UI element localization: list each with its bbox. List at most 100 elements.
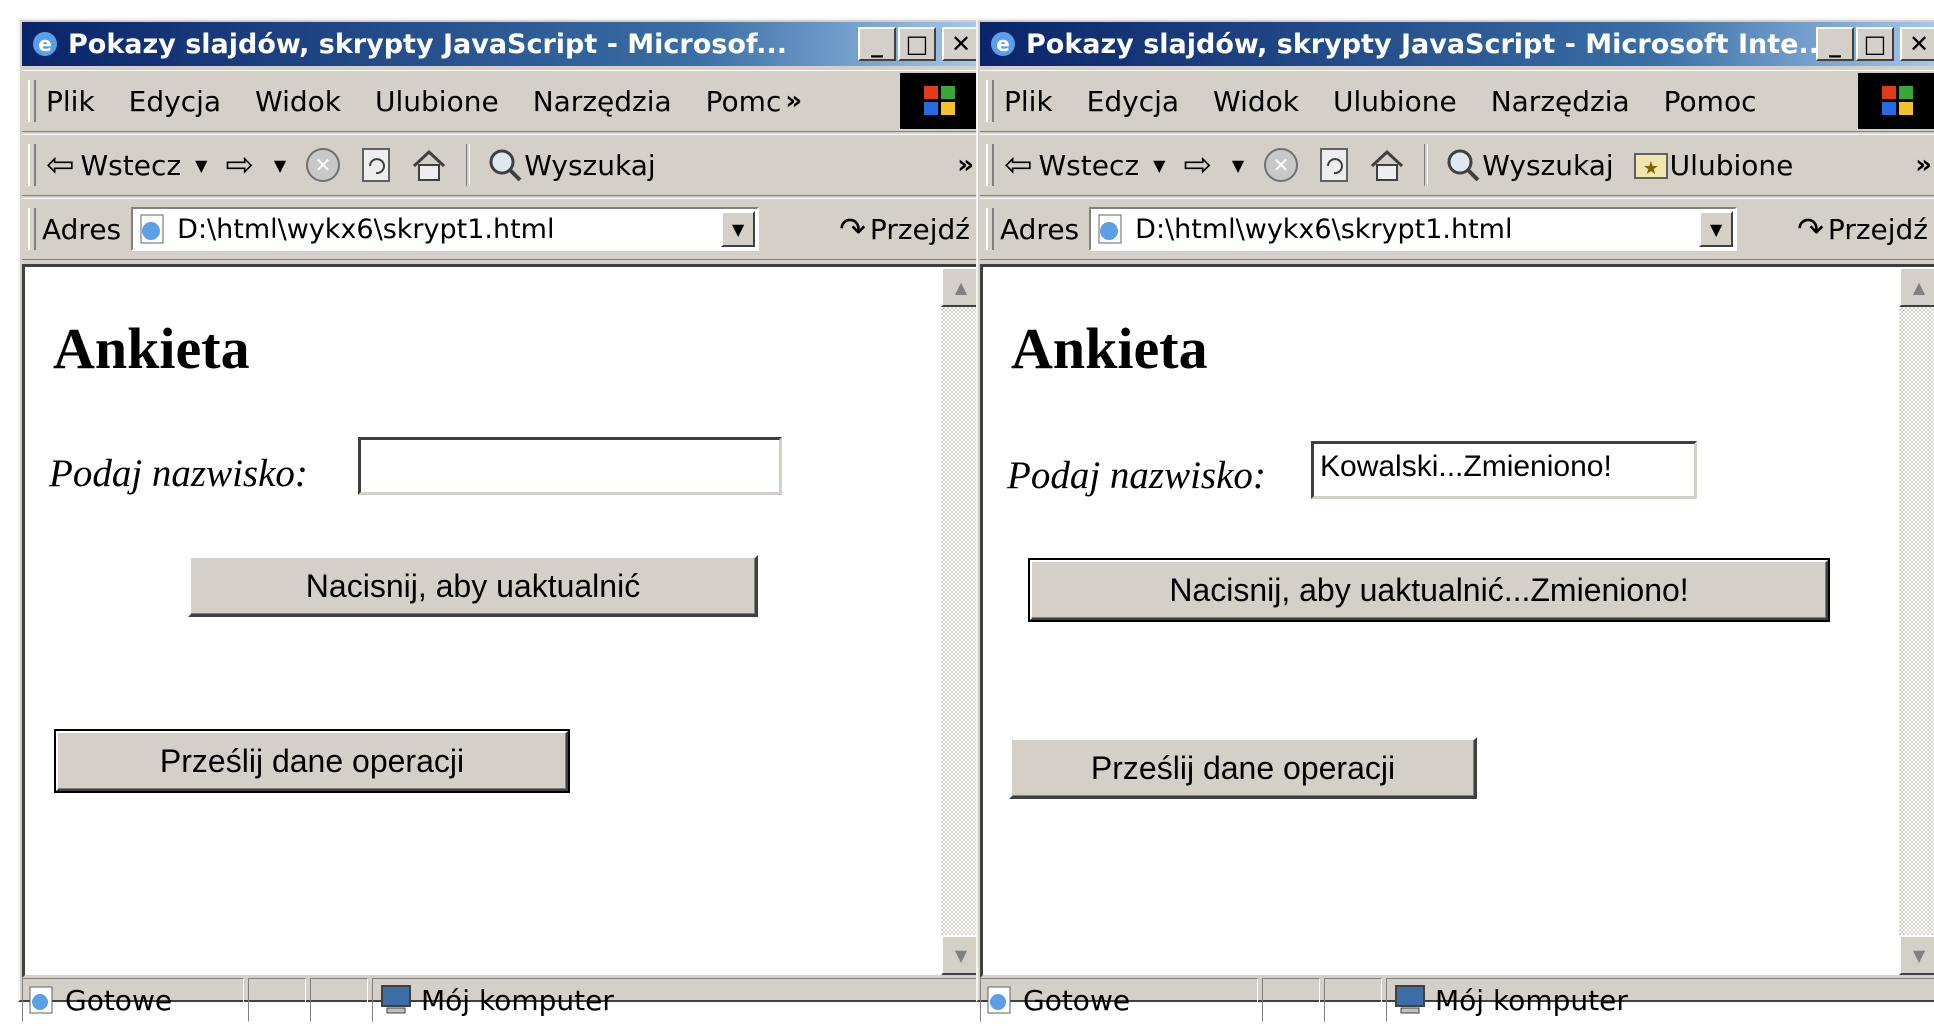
- refresh-button[interactable]: [1318, 146, 1350, 184]
- search-icon: [1447, 149, 1480, 182]
- dropdown-arrow-icon[interactable]: ▼: [1232, 156, 1244, 175]
- address-dropdown-icon[interactable]: ▼: [1699, 211, 1734, 247]
- vertical-scrollbar[interactable]: ▲ ▼: [1899, 267, 1934, 975]
- chevron-more-icon[interactable]: »: [785, 86, 812, 116]
- menu-help[interactable]: Pomc: [706, 85, 782, 118]
- page-content: Ankieta Podaj nazwisko: Nacisnij, aby ua…: [22, 264, 984, 978]
- address-bar: Adres D:\html\wykx6\skrypt1.html ▼ ↷ Prz…: [22, 198, 984, 260]
- toolbar-grip[interactable]: [28, 144, 36, 186]
- go-button[interactable]: ↷ Przejdź: [839, 210, 970, 248]
- home-icon: [1371, 149, 1404, 181]
- status-cell: [310, 978, 368, 1022]
- scroll-down-icon[interactable]: ▼: [941, 935, 981, 975]
- browser-window-left: e Pokazy slajdów, skrypty JavaScript - M…: [18, 18, 988, 1022]
- close-button[interactable]: ✕: [1900, 27, 1934, 61]
- favorites-button[interactable]: ★ Ulubione: [1632, 148, 1793, 182]
- scroll-up-icon[interactable]: ▲: [1899, 267, 1934, 307]
- menu-tools[interactable]: Narzędzia: [533, 85, 672, 118]
- search-button[interactable]: Wyszukaj: [486, 146, 656, 184]
- status-text-cell: Gotowe: [22, 978, 244, 1022]
- home-icon: [413, 149, 446, 181]
- toolbar-grip[interactable]: [28, 208, 36, 250]
- submit-button[interactable]: Prześlij dane operacji: [1009, 737, 1477, 799]
- status-text: Gotowe: [1023, 983, 1131, 1017]
- menu-edit[interactable]: Edycja: [1087, 85, 1179, 118]
- address-dropdown-icon[interactable]: ▼: [721, 211, 756, 247]
- menu-view[interactable]: Widok: [255, 85, 341, 118]
- surname-input[interactable]: [358, 437, 782, 495]
- page-icon: [140, 214, 164, 244]
- menu-tools[interactable]: Narzędzia: [1491, 85, 1630, 118]
- windows-logo-icon: [1858, 73, 1934, 129]
- dropdown-arrow-icon[interactable]: ▼: [1153, 156, 1165, 175]
- back-label: Wstecz: [80, 148, 182, 182]
- stop-button[interactable]: ✕: [304, 146, 342, 184]
- back-button[interactable]: ⇦ Wstecz ▼: [1004, 145, 1165, 185]
- menu-help[interactable]: Pomoc: [1664, 85, 1757, 118]
- address-bar: Adres D:\html\wykx6\skrypt1.html ▼ ↷ Prz…: [980, 198, 1934, 260]
- refresh-icon: [362, 148, 391, 182]
- page-status-icon: [987, 986, 1011, 1014]
- menu-file[interactable]: Plik: [46, 85, 95, 118]
- menu-file[interactable]: Plik: [1004, 85, 1053, 118]
- toolbar-grip[interactable]: [986, 144, 994, 186]
- status-cell: [248, 978, 306, 1022]
- go-button[interactable]: ↷ Przejdź: [1797, 210, 1928, 248]
- toolbar-grip[interactable]: [28, 80, 36, 122]
- vertical-scrollbar[interactable]: ▲ ▼: [941, 267, 981, 975]
- forward-button[interactable]: ⇨ ▼: [1183, 145, 1244, 185]
- home-button[interactable]: [1368, 146, 1406, 184]
- forward-button[interactable]: ⇨ ▼: [225, 145, 286, 185]
- minimize-button[interactable]: _: [858, 27, 896, 61]
- favorites-icon: ★: [1633, 153, 1668, 179]
- toolbar-grip[interactable]: [986, 208, 994, 250]
- menu-favorites[interactable]: Ulubione: [1333, 85, 1457, 118]
- maximize-button[interactable]: □: [898, 27, 936, 61]
- svg-text:✕: ✕: [315, 153, 332, 177]
- go-label: Przejdź: [1827, 212, 1928, 246]
- maximize-button[interactable]: □: [1856, 27, 1894, 61]
- submit-button[interactable]: Prześlij dane operacji: [54, 729, 570, 793]
- chevron-more-icon[interactable]: »: [1915, 150, 1934, 180]
- status-cell: [1324, 978, 1382, 1022]
- menu-favorites[interactable]: Ulubione: [375, 85, 499, 118]
- title-bar[interactable]: e Pokazy slajdów, skrypty JavaScript - M…: [980, 22, 1934, 66]
- title-bar[interactable]: e Pokazy slajdów, skrypty JavaScript - M…: [22, 22, 984, 66]
- update-button[interactable]: Nacisnij, aby uaktualnić: [188, 555, 758, 617]
- svg-text:✕: ✕: [1273, 153, 1290, 177]
- toolbar-grip[interactable]: [986, 80, 994, 122]
- refresh-button[interactable]: [360, 146, 392, 184]
- standard-toolbar: ⇦ Wstecz ▼ ⇨ ▼ ✕ Wyszukaj ★ Ulubione »: [980, 134, 1934, 196]
- zone-text: Mój komputer: [421, 983, 614, 1017]
- refresh-icon: [1320, 148, 1349, 182]
- address-input[interactable]: D:\html\wykx6\skrypt1.html ▼: [1089, 207, 1738, 251]
- forward-arrow-icon: ⇨: [225, 145, 254, 185]
- menu-view[interactable]: Widok: [1213, 85, 1299, 118]
- menu-edit[interactable]: Edycja: [129, 85, 221, 118]
- scroll-down-icon[interactable]: ▼: [1899, 935, 1934, 975]
- home-button[interactable]: [410, 146, 448, 184]
- dropdown-arrow-icon[interactable]: ▼: [274, 156, 286, 175]
- surname-input[interactable]: Kowalski...Zmieniono!: [1311, 441, 1697, 499]
- stop-button[interactable]: ✕: [1262, 146, 1300, 184]
- svg-text:e: e: [996, 32, 1010, 56]
- stop-icon: ✕: [306, 148, 341, 182]
- standard-toolbar: ⇦ Wstecz ▼ ⇨ ▼ ✕ Wyszukaj »: [22, 134, 984, 196]
- ie-icon: e: [991, 32, 1015, 56]
- page-heading: Ankieta: [53, 316, 250, 381]
- scroll-up-icon[interactable]: ▲: [941, 267, 981, 307]
- search-label: Wyszukaj: [524, 148, 656, 182]
- dropdown-arrow-icon[interactable]: ▼: [195, 156, 207, 175]
- computer-icon: [1395, 985, 1425, 1014]
- zone-text: Mój komputer: [1435, 983, 1628, 1017]
- search-button[interactable]: Wyszukaj: [1444, 146, 1614, 184]
- update-button[interactable]: Nacisnij, aby uaktualnić...Zmieniono!: [1028, 558, 1830, 622]
- surname-label: Podaj nazwisko:: [49, 452, 308, 495]
- address-label: Adres: [42, 212, 122, 246]
- go-arrow-icon: ↷: [839, 210, 866, 248]
- close-button[interactable]: ✕: [942, 27, 980, 61]
- page-icon: [1098, 214, 1122, 244]
- back-button[interactable]: ⇦ Wstecz ▼: [46, 145, 207, 185]
- minimize-button[interactable]: _: [1816, 27, 1854, 61]
- address-input[interactable]: D:\html\wykx6\skrypt1.html ▼: [131, 207, 760, 251]
